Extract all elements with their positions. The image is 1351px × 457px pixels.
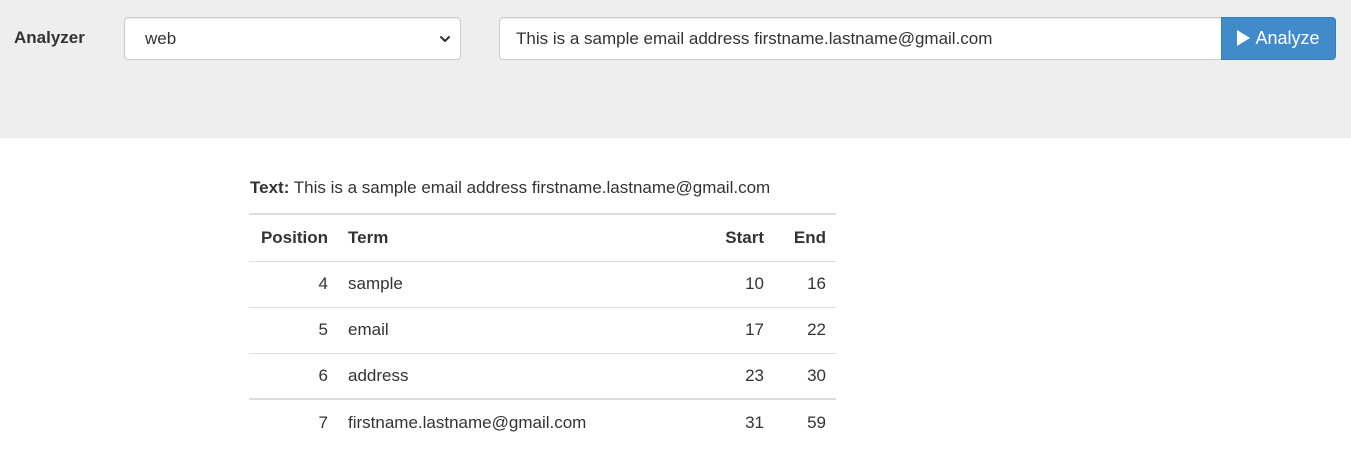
cell-position: 5: [249, 306, 338, 353]
analyzer-select[interactable]: web: [124, 17, 461, 60]
chevron-down-icon: [440, 36, 450, 42]
cell-start: 10: [679, 260, 774, 307]
cell-end: 30: [774, 352, 836, 399]
analyzer-toolbar: Analyzer web Analyze: [0, 0, 1351, 138]
result-text-label: Text:: [250, 178, 290, 197]
analyzer-select-value: web: [145, 29, 177, 48]
table-row: 7 firstname.lastname@gmail.com 31 59: [249, 398, 836, 445]
table-row: 6 address 23 30: [249, 352, 836, 399]
cell-term: email: [338, 306, 679, 353]
result-text-value: This is a sample email address firstname…: [293, 178, 771, 197]
table-row: 4 sample 10 16: [249, 260, 836, 307]
column-header-start: Start: [679, 213, 774, 262]
table-header-row: Position Term Start End: [249, 213, 836, 262]
cell-term: firstname.lastname@gmail.com: [338, 398, 679, 445]
play-icon: [1237, 29, 1251, 46]
cell-term: address: [338, 352, 679, 399]
cell-end: 22: [774, 306, 836, 353]
column-header-position: Position: [249, 213, 338, 262]
cell-start: 17: [679, 306, 774, 353]
cell-position: 7: [249, 398, 338, 445]
cell-end: 59: [774, 398, 836, 445]
column-header-end: End: [774, 213, 836, 262]
cell-term: sample: [338, 260, 679, 307]
cell-position: 4: [249, 260, 338, 307]
text-input[interactable]: [499, 17, 1222, 60]
cell-position: 6: [249, 352, 338, 399]
table-row: 5 email 17 22: [249, 306, 836, 353]
tokens-table: Position Term Start End 4 sample 10 16 5…: [249, 213, 836, 445]
analyze-button-label: Analyze: [1255, 28, 1320, 48]
analyzer-label: Analyzer: [14, 28, 85, 47]
cell-start: 23: [679, 352, 774, 399]
result-text: Text: This is a sample email address fir…: [250, 178, 770, 198]
column-header-term: Term: [338, 213, 679, 262]
analyze-button[interactable]: Analyze: [1221, 17, 1336, 60]
cell-start: 31: [679, 398, 774, 445]
cell-end: 16: [774, 260, 836, 307]
